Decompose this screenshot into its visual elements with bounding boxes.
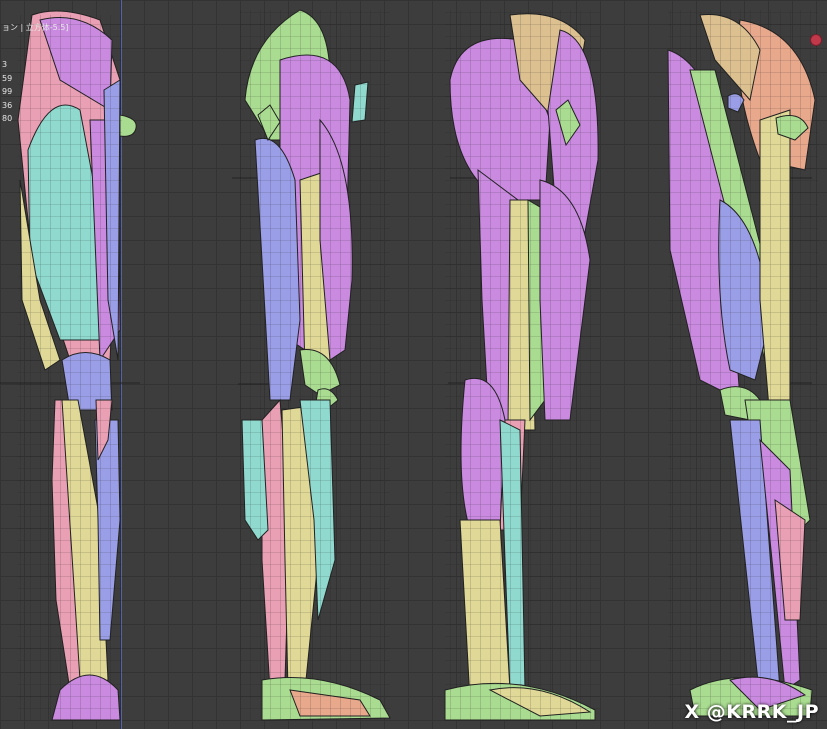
- viewport-canvas: [0, 9, 818, 721]
- stat-line: 59: [2, 73, 13, 83]
- stat-line: 80: [2, 114, 13, 123]
- watermark: X @KRRK_JP: [684, 701, 819, 723]
- side-view-left[interactable]: [667, 10, 818, 720]
- scene-statistics: 3 59 99 36 80: [2, 58, 12, 126]
- viewport-header-label: ョン | 立方体-5.5]: [2, 23, 69, 32]
- stat-line: 99: [2, 87, 13, 96]
- navigation-gizmo-icon[interactable]: [810, 34, 822, 46]
- 3d-viewport[interactable]: ョン | 立方体-5.5] 3 59 99 36 80 X @KRRK_JP: [0, 0, 827, 729]
- back-view[interactable]: [444, 10, 600, 721]
- stat-line: 36: [2, 100, 13, 110]
- front-view[interactable]: [17, 10, 137, 721]
- stat-line: 3: [2, 60, 8, 69]
- side-view-right[interactable]: [240, 9, 391, 721]
